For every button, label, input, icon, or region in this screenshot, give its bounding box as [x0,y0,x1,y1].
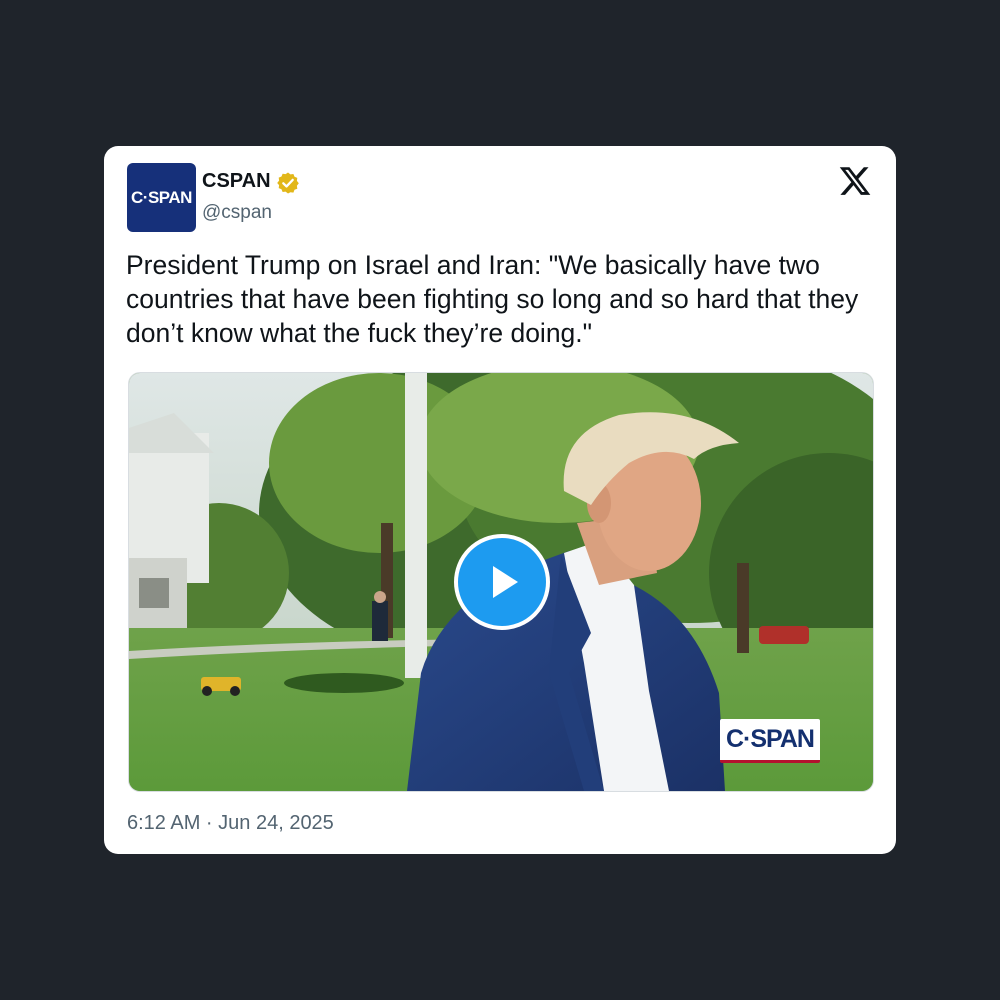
x-logo-icon[interactable] [838,164,872,198]
cspan-avatar-logo: C·SPAN [131,187,192,207]
cspan-watermark: C·SPAN [720,719,820,763]
play-button[interactable] [454,534,550,630]
user-handle[interactable]: @cspan [202,202,272,224]
avatar[interactable]: C·SPAN [127,163,196,232]
tweet-card: C·SPAN CSPAN @cspan President Trump on I… [104,146,896,854]
tweet-text: President Trump on Israel and Iran: "We … [126,250,859,348]
tweet-timestamp[interactable]: 6:12 AM · Jun 24, 2025 [127,812,334,835]
watermark-text: C·SPAN [726,725,815,753]
display-name[interactable]: CSPAN [202,170,271,193]
play-icon [493,566,518,598]
verified-badge-icon [277,172,299,194]
video-player[interactable]: C·SPAN [128,372,874,792]
